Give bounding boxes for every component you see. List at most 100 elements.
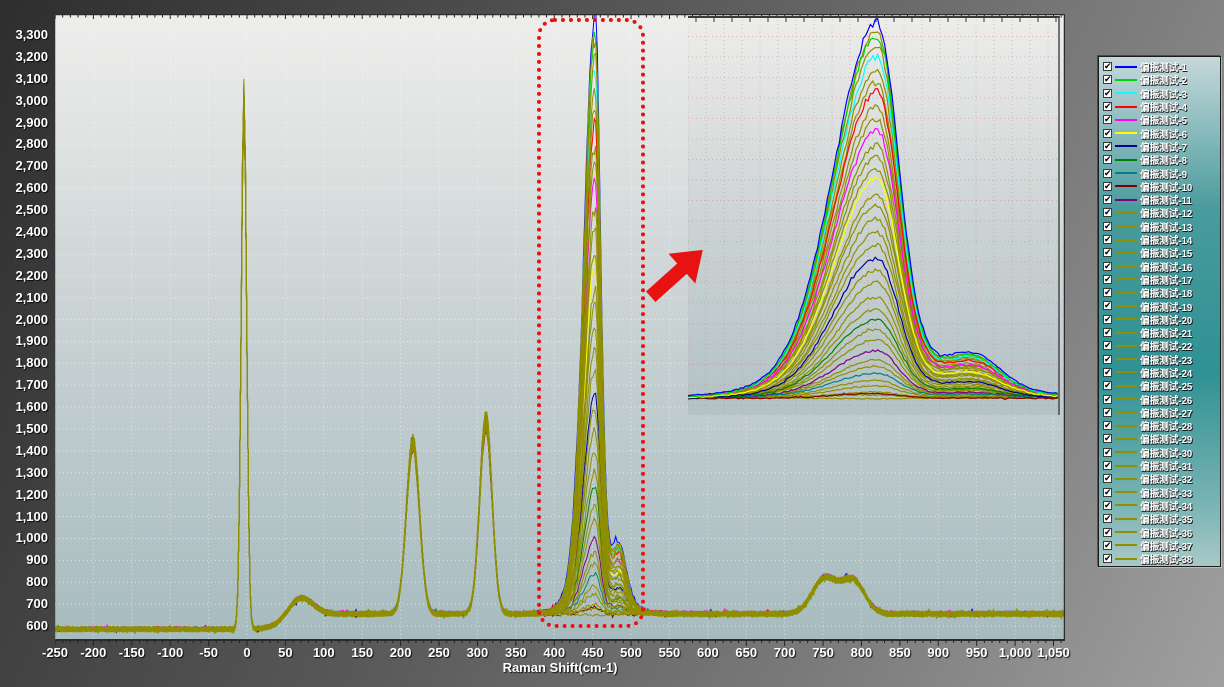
legend-checkbox[interactable]: ✔ bbox=[1103, 461, 1112, 470]
legend-checkbox[interactable]: ✔ bbox=[1103, 142, 1112, 151]
legend-item[interactable]: ✔偏振测试-21 bbox=[1103, 326, 1220, 339]
legend-checkbox[interactable]: ✔ bbox=[1103, 195, 1112, 204]
legend-item[interactable]: ✔偏振测试-35 bbox=[1103, 512, 1220, 525]
legend-checkbox[interactable]: ✔ bbox=[1103, 288, 1112, 297]
legend-checkbox[interactable]: ✔ bbox=[1103, 102, 1112, 111]
y-tick-label: 2,600 bbox=[0, 181, 48, 195]
legend-checkbox[interactable]: ✔ bbox=[1103, 169, 1112, 178]
legend-item[interactable]: ✔偏振测试-38 bbox=[1103, 552, 1220, 565]
legend-item[interactable]: ✔偏振测试-34 bbox=[1103, 499, 1220, 512]
legend-item[interactable]: ✔偏振测试-1 bbox=[1103, 60, 1220, 73]
legend-checkbox[interactable]: ✔ bbox=[1103, 408, 1112, 417]
legend-item[interactable]: ✔偏振测试-3 bbox=[1103, 87, 1220, 100]
legend-item[interactable]: ✔偏振测试-6 bbox=[1103, 126, 1220, 139]
legend-checkbox[interactable]: ✔ bbox=[1103, 315, 1112, 324]
y-tick-label: 800 bbox=[0, 575, 48, 589]
legend-item[interactable]: ✔偏振测试-23 bbox=[1103, 353, 1220, 366]
legend-checkbox[interactable]: ✔ bbox=[1103, 474, 1112, 483]
legend-item[interactable]: ✔偏振测试-14 bbox=[1103, 233, 1220, 246]
legend-checkbox[interactable]: ✔ bbox=[1103, 501, 1112, 510]
y-tick-label: 3,000 bbox=[0, 94, 48, 108]
legend-color-swatch bbox=[1115, 358, 1137, 360]
legend-color-swatch bbox=[1115, 345, 1137, 347]
legend-checkbox[interactable]: ✔ bbox=[1103, 155, 1112, 164]
legend-item[interactable]: ✔偏振测试-27 bbox=[1103, 406, 1220, 419]
legend-checkbox[interactable]: ✔ bbox=[1103, 208, 1112, 217]
legend-item[interactable]: ✔偏振测试-36 bbox=[1103, 525, 1220, 538]
legend-color-swatch bbox=[1115, 278, 1137, 280]
legend-checkbox[interactable]: ✔ bbox=[1103, 89, 1112, 98]
inset-plot bbox=[688, 16, 1060, 415]
legend-checkbox[interactable]: ✔ bbox=[1103, 434, 1112, 443]
legend-item[interactable]: ✔偏振测试-9 bbox=[1103, 166, 1220, 179]
legend-item[interactable]: ✔偏振测试-30 bbox=[1103, 446, 1220, 459]
legend-checkbox[interactable]: ✔ bbox=[1103, 328, 1112, 337]
legend-checkbox[interactable]: ✔ bbox=[1103, 275, 1112, 284]
legend-color-swatch bbox=[1115, 132, 1137, 134]
legend-item[interactable]: ✔偏振测试-22 bbox=[1103, 339, 1220, 352]
legend-color-swatch bbox=[1115, 106, 1137, 108]
legend-item[interactable]: ✔偏振测试-26 bbox=[1103, 392, 1220, 405]
legend-checkbox[interactable]: ✔ bbox=[1103, 62, 1112, 71]
legend-item[interactable]: ✔偏振测试-18 bbox=[1103, 286, 1220, 299]
y-tick-label: 2,700 bbox=[0, 159, 48, 173]
legend-checkbox[interactable]: ✔ bbox=[1103, 248, 1112, 257]
legend-color-swatch bbox=[1115, 172, 1137, 174]
legend-color-swatch bbox=[1115, 305, 1137, 307]
legend-checkbox[interactable]: ✔ bbox=[1103, 395, 1112, 404]
legend-checkbox[interactable]: ✔ bbox=[1103, 541, 1112, 550]
legend-item[interactable]: ✔偏振测试-8 bbox=[1103, 153, 1220, 166]
legend-item[interactable]: ✔偏振测试-17 bbox=[1103, 273, 1220, 286]
legend-item[interactable]: ✔偏振测试-15 bbox=[1103, 246, 1220, 259]
legend-item[interactable]: ✔偏振测试-19 bbox=[1103, 299, 1220, 312]
legend-checkbox[interactable]: ✔ bbox=[1103, 262, 1112, 271]
y-tick-label: 1,300 bbox=[0, 466, 48, 480]
legend-checkbox[interactable]: ✔ bbox=[1103, 75, 1112, 84]
legend-checkbox[interactable]: ✔ bbox=[1103, 341, 1112, 350]
legend-color-swatch bbox=[1115, 212, 1137, 214]
legend-item[interactable]: ✔偏振测试-2 bbox=[1103, 73, 1220, 86]
legend-checkbox[interactable]: ✔ bbox=[1103, 368, 1112, 377]
legend-checkbox[interactable]: ✔ bbox=[1103, 355, 1112, 364]
legend-color-swatch bbox=[1115, 292, 1137, 294]
legend-color-swatch bbox=[1115, 199, 1137, 201]
legend-item[interactable]: ✔偏振测试-4 bbox=[1103, 100, 1220, 113]
legend-item[interactable]: ✔偏振测试-7 bbox=[1103, 140, 1220, 153]
legend-item[interactable]: ✔偏振测试-12 bbox=[1103, 206, 1220, 219]
legend-color-swatch bbox=[1115, 318, 1137, 320]
legend-item[interactable]: ✔偏振测试-16 bbox=[1103, 259, 1220, 272]
legend-checkbox[interactable]: ✔ bbox=[1103, 301, 1112, 310]
legend-item[interactable]: ✔偏振测试-24 bbox=[1103, 366, 1220, 379]
y-tick-label: 2,100 bbox=[0, 291, 48, 305]
legend-checkbox[interactable]: ✔ bbox=[1103, 129, 1112, 138]
legend-color-swatch bbox=[1115, 79, 1137, 81]
legend-checkbox[interactable]: ✔ bbox=[1103, 528, 1112, 537]
legend-item[interactable]: ✔偏振测试-13 bbox=[1103, 220, 1220, 233]
y-tick-label: 3,200 bbox=[0, 50, 48, 64]
legend-item[interactable]: ✔偏振测试-37 bbox=[1103, 539, 1220, 552]
legend-checkbox[interactable]: ✔ bbox=[1103, 115, 1112, 124]
legend-checkbox[interactable]: ✔ bbox=[1103, 421, 1112, 430]
legend-item[interactable]: ✔偏振测试-10 bbox=[1103, 180, 1220, 193]
legend-checkbox[interactable]: ✔ bbox=[1103, 448, 1112, 457]
y-tick-label: 2,800 bbox=[0, 137, 48, 151]
legend-checkbox[interactable]: ✔ bbox=[1103, 514, 1112, 523]
legend-item[interactable]: ✔偏振测试-20 bbox=[1103, 313, 1220, 326]
legend-item[interactable]: ✔偏振测试-32 bbox=[1103, 472, 1220, 485]
legend-item[interactable]: ✔偏振测试-28 bbox=[1103, 419, 1220, 432]
legend-item[interactable]: ✔偏振测试-11 bbox=[1103, 193, 1220, 206]
legend-checkbox[interactable]: ✔ bbox=[1103, 381, 1112, 390]
legend-checkbox[interactable]: ✔ bbox=[1103, 235, 1112, 244]
legend-checkbox[interactable]: ✔ bbox=[1103, 488, 1112, 497]
legend-checkbox[interactable]: ✔ bbox=[1103, 222, 1112, 231]
x-axis-title: Raman Shift(cm-1) bbox=[430, 660, 690, 675]
legend-checkbox[interactable]: ✔ bbox=[1103, 554, 1112, 563]
y-tick-label: 700 bbox=[0, 597, 48, 611]
legend-item[interactable]: ✔偏振测试-29 bbox=[1103, 432, 1220, 445]
legend-checkbox[interactable]: ✔ bbox=[1103, 182, 1112, 191]
legend-item[interactable]: ✔偏振测试-33 bbox=[1103, 486, 1220, 499]
legend-item[interactable]: ✔偏振测试-5 bbox=[1103, 113, 1220, 126]
legend-item[interactable]: ✔偏振测试-31 bbox=[1103, 459, 1220, 472]
y-tick-label: 2,000 bbox=[0, 313, 48, 327]
legend-item[interactable]: ✔偏振测试-25 bbox=[1103, 379, 1220, 392]
